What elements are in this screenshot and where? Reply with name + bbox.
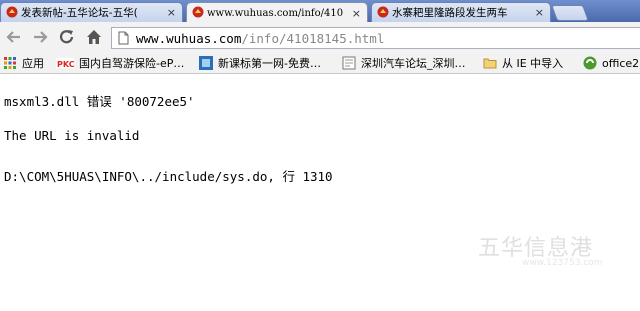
page-content: msxml3.dll 错误 '80072ee5' The URL is inva… bbox=[0, 75, 640, 311]
tab-forum-post[interactable]: 发表新帖-五华论坛-五华( × bbox=[0, 2, 183, 22]
wuhua-logo-icon bbox=[377, 6, 389, 18]
home-icon[interactable] bbox=[84, 28, 104, 46]
bookmark-office[interactable]: office2 bbox=[583, 55, 639, 71]
bookmark-label: 国内自驾游保险-eP… bbox=[79, 57, 185, 70]
office-icon bbox=[583, 56, 597, 70]
reload-icon[interactable] bbox=[57, 28, 77, 46]
close-icon[interactable]: × bbox=[352, 7, 361, 20]
error-title: msxml3.dll 错误 '80072ee5' bbox=[4, 94, 195, 109]
tab-strip: 发表新帖-五华论坛-五华( × www.wuhuas.com/info/410 … bbox=[0, 0, 640, 23]
bookmark-shenzhen-auto[interactable]: 深圳汽车论坛_深圳… bbox=[342, 55, 466, 71]
tab-title: 水寨耙里隆路段发生两车 bbox=[392, 7, 508, 19]
address-bar[interactable]: www.wuhuas.com/info/41018145.html bbox=[111, 27, 640, 49]
tab-accident-news[interactable]: 水寨耙里隆路段发生两车 × bbox=[371, 2, 551, 22]
bookmark-label: office2 bbox=[602, 56, 640, 70]
apps-grid-icon bbox=[4, 57, 16, 69]
wuhua-logo-icon bbox=[6, 6, 18, 18]
tab-info-page[interactable]: www.wuhuas.com/info/410 × bbox=[186, 2, 368, 23]
pkc-icon: PKC bbox=[56, 58, 74, 69]
page-icon bbox=[342, 56, 356, 70]
bookmark-import-ie[interactable]: 从 IE 中导入 bbox=[483, 55, 563, 71]
site-icon bbox=[199, 56, 213, 70]
bookmark-label: 深圳汽车论坛_深圳… bbox=[361, 57, 466, 70]
new-tab-button[interactable] bbox=[551, 5, 589, 21]
close-icon[interactable]: × bbox=[167, 6, 176, 19]
close-icon[interactable]: × bbox=[535, 6, 544, 19]
back-arrow-icon[interactable] bbox=[4, 28, 24, 46]
tab-title: 发表新帖-五华论坛-五华( bbox=[21, 7, 138, 19]
page-icon bbox=[118, 31, 129, 45]
error-message: The URL is invalid bbox=[4, 128, 140, 143]
bookmark-label: 应用 bbox=[22, 57, 44, 70]
url-text: www.wuhuas.com/info/41018145.html bbox=[136, 31, 384, 46]
error-location: D:\COM\5HUAS\INFO\../include/sys.do, 行 1… bbox=[4, 169, 333, 184]
bookmark-pkc[interactable]: PKC 国内自驾游保险-eP… bbox=[56, 55, 184, 71]
toolbar: www.wuhuas.com/info/41018145.html bbox=[0, 22, 640, 52]
bookmark-apps[interactable]: 应用 bbox=[3, 55, 44, 71]
wuhua-logo-icon bbox=[192, 6, 204, 18]
svg-text:PKC: PKC bbox=[57, 60, 74, 69]
bookmark-label: 从 IE 中导入 bbox=[502, 57, 564, 70]
watermark-url: www.123753.com bbox=[522, 258, 603, 268]
tab-title: www.wuhuas.com/info/410 bbox=[207, 7, 344, 19]
url-path: /info/41018145.html bbox=[241, 30, 385, 46]
bookmark-xkb[interactable]: 新课标第一网-免费… bbox=[199, 55, 321, 71]
bookmarks-bar: 应用 PKC 国内自驾游保险-eP… 新课标第一网-免费… 深圳汽车论坛_深圳…… bbox=[0, 52, 640, 74]
forward-arrow-icon[interactable] bbox=[30, 28, 50, 46]
folder-icon bbox=[483, 58, 497, 69]
url-host: www.wuhuas.com bbox=[136, 30, 242, 46]
bookmark-label: 新课标第一网-免费… bbox=[218, 57, 321, 70]
